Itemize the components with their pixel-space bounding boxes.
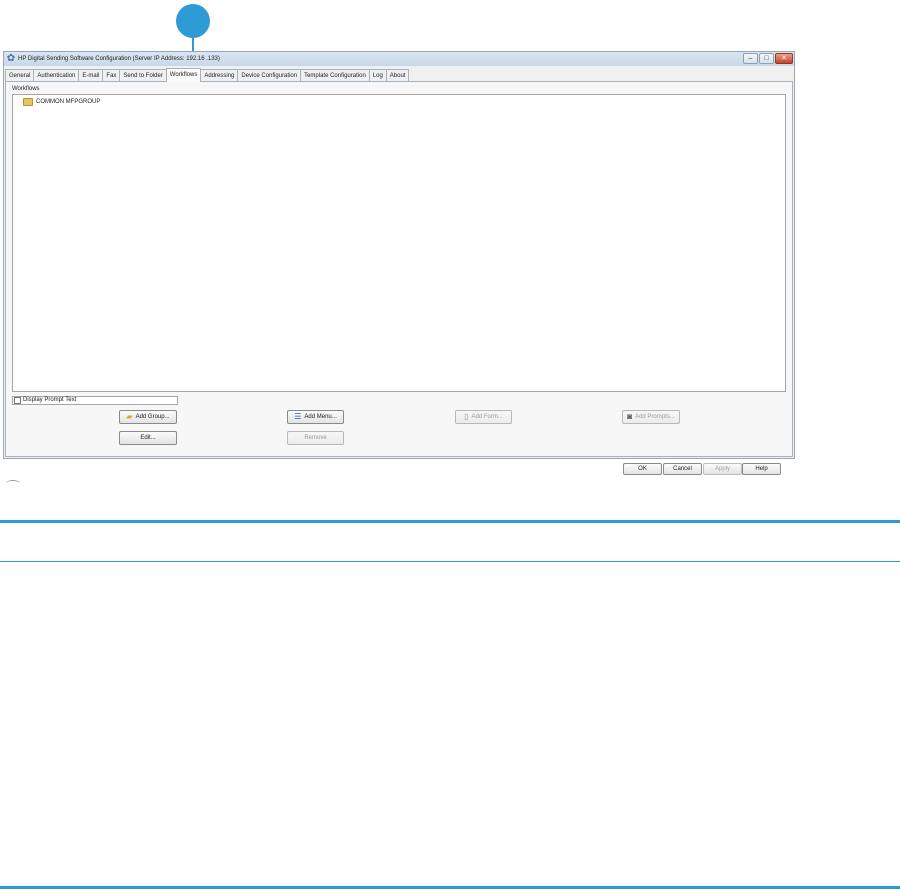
divider-top [0, 520, 900, 523]
help-button[interactable]: Help [742, 463, 781, 475]
folder-icon: ▰ [126, 412, 133, 421]
divider-bottom [0, 886, 900, 889]
checkbox-box[interactable] [14, 397, 21, 404]
tree-item-label: COMMON MFPGROUP [36, 99, 101, 105]
add-menu-label: Add Menu... [304, 414, 337, 420]
prompt-icon: ◙ [627, 412, 633, 421]
edit-button[interactable]: Edit... [119, 431, 177, 445]
window-title: HP Digital Sending Software Configuratio… [18, 56, 220, 62]
close-button[interactable]: ✕ [775, 53, 793, 64]
add-prompts-label: Add Prompts... [635, 414, 675, 420]
folder-icon [23, 98, 33, 106]
divider-middle [0, 561, 900, 562]
display-prompt-text-label: Display Prompt Text [23, 397, 77, 403]
maximize-button[interactable]: □ [759, 53, 774, 64]
workflows-panel: Workflows COMMON MFPGROUP Display Prompt… [5, 81, 793, 457]
workflows-section-label: Workflows [12, 86, 40, 92]
minimize-button[interactable]: – [743, 53, 758, 64]
config-window: ✿ HP Digital Sending Software Configurat… [3, 51, 795, 459]
add-group-label: Add Group... [135, 414, 170, 420]
add-form-button[interactable]: ▯ Add Form... [455, 410, 512, 424]
hp-app-icon: ✿ [6, 53, 16, 64]
title-bar: ✿ HP Digital Sending Software Configurat… [4, 52, 794, 66]
tab-bar: General Authentication E-mail Fax Send t… [5, 68, 410, 82]
tree-item-common-mfpgroup[interactable]: COMMON MFPGROUP [23, 98, 100, 106]
add-prompts-button[interactable]: ◙ Add Prompts... [622, 410, 680, 424]
cancel-button[interactable]: Cancel [663, 463, 702, 475]
add-menu-button[interactable]: ☰ Add Menu... [287, 410, 344, 424]
menu-icon: ☰ [294, 412, 302, 421]
add-form-label: Add Form... [471, 414, 503, 420]
display-prompt-text-checkbox[interactable]: Display Prompt Text [12, 396, 178, 405]
form-icon: ▯ [464, 412, 469, 421]
ok-button[interactable]: OK [623, 463, 662, 475]
add-group-button[interactable]: ▰ Add Group... [119, 410, 177, 424]
tab-workflows[interactable]: Workflows [165, 68, 202, 82]
remove-button[interactable]: Remove [287, 431, 344, 445]
arc-mark [6, 480, 20, 487]
apply-button[interactable]: Apply [703, 463, 742, 475]
callout-marker [176, 4, 210, 38]
workflows-tree[interactable]: COMMON MFPGROUP [12, 94, 786, 392]
remove-label: Remove [304, 435, 327, 441]
edit-label: Edit... [140, 435, 156, 441]
